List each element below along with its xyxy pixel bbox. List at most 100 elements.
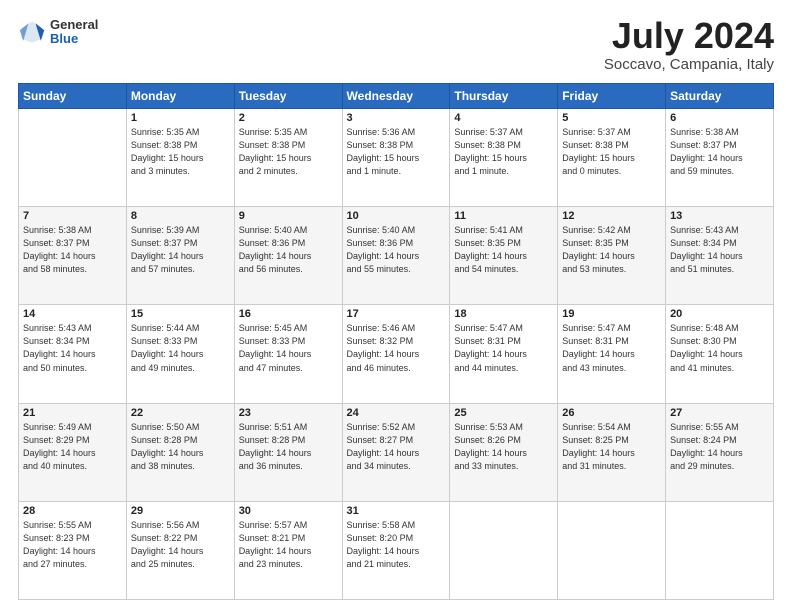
- logo-icon: [18, 18, 46, 46]
- col-wednesday: Wednesday: [342, 84, 450, 109]
- day-number: 7: [23, 210, 122, 222]
- calendar-cell-w2-d6: 12 Sunrise: 5:42 AM Sunset: 8:35 PM Dayli…: [558, 207, 666, 305]
- header: General Blue July 2024 Soccavo, Campania…: [18, 18, 774, 73]
- day-info: Sunrise: 5:55 AM Sunset: 8:24 PM Dayligh…: [670, 421, 769, 473]
- calendar-cell-w5-d4: 31 Sunrise: 5:58 AM Sunset: 8:20 PM Dayli…: [342, 501, 450, 599]
- day-info: Sunrise: 5:40 AM Sunset: 8:36 PM Dayligh…: [239, 224, 338, 276]
- calendar-cell-w1-d6: 5Sunrise: 5:37 AM Sunset: 8:38 PM Daylig…: [558, 109, 666, 207]
- calendar-cell-w3-d7: 20Sunrise: 5:48 AM Sunset: 8:30 PM Dayli…: [666, 305, 774, 403]
- day-number: 11: [454, 210, 553, 222]
- calendar-cell-w1-d3: 2 Sunrise: 5:35 AM Sunset: 8:38 PM Daylig…: [234, 109, 342, 207]
- day-number: 8: [131, 210, 230, 222]
- col-friday: Friday: [558, 84, 666, 109]
- calendar-cell-w5-d3: 30 Sunrise: 5:57 AM Sunset: 8:21 PM Dayli…: [234, 501, 342, 599]
- day-info: Sunrise: 5:50 AM Sunset: 8:28 PM Dayligh…: [131, 421, 230, 473]
- day-info: Sunrise: 5:35 AM Sunset: 8:38 PM Dayligh…: [131, 126, 230, 178]
- day-number: 27: [670, 407, 769, 419]
- day-info: Sunrise: 5:42 AM Sunset: 8:35 PM Dayligh…: [562, 224, 661, 276]
- calendar-cell-w1-d5: 4Sunrise: 5:37 AM Sunset: 8:38 PM Daylig…: [450, 109, 558, 207]
- logo-general-text: General: [50, 18, 98, 32]
- day-number: 4: [454, 112, 553, 124]
- day-info: Sunrise: 5:37 AM Sunset: 8:38 PM Dayligh…: [562, 126, 661, 178]
- day-info: Sunrise: 5:40 AM Sunset: 8:36 PM Dayligh…: [347, 224, 446, 276]
- day-number: 31: [347, 505, 446, 517]
- day-number: 21: [23, 407, 122, 419]
- calendar-cell-w5-d5: [450, 501, 558, 599]
- day-number: 13: [670, 210, 769, 222]
- day-info: Sunrise: 5:55 AM Sunset: 8:23 PM Dayligh…: [23, 519, 122, 571]
- day-info: Sunrise: 5:54 AM Sunset: 8:25 PM Dayligh…: [562, 421, 661, 473]
- day-info: Sunrise: 5:47 AM Sunset: 8:31 PM Dayligh…: [454, 322, 553, 374]
- logo: General Blue: [18, 18, 98, 47]
- calendar-cell-w3-d1: 14 Sunrise: 5:43 AM Sunset: 8:34 PM Dayli…: [19, 305, 127, 403]
- col-sunday: Sunday: [19, 84, 127, 109]
- day-number: 17: [347, 308, 446, 320]
- day-info: Sunrise: 5:43 AM Sunset: 8:34 PM Dayligh…: [23, 322, 122, 374]
- day-number: 24: [347, 407, 446, 419]
- day-info: Sunrise: 5:43 AM Sunset: 8:34 PM Dayligh…: [670, 224, 769, 276]
- day-number: 14: [23, 308, 122, 320]
- day-number: 23: [239, 407, 338, 419]
- day-number: 22: [131, 407, 230, 419]
- location: Soccavo, Campania, Italy: [604, 56, 774, 73]
- day-number: 19: [562, 308, 661, 320]
- day-info: Sunrise: 5:56 AM Sunset: 8:22 PM Dayligh…: [131, 519, 230, 571]
- day-number: 18: [454, 308, 553, 320]
- calendar-week-5: 28Sunrise: 5:55 AM Sunset: 8:23 PM Dayli…: [19, 501, 774, 599]
- calendar-cell-w4-d2: 22 Sunrise: 5:50 AM Sunset: 8:28 PM Dayli…: [126, 403, 234, 501]
- day-number: 26: [562, 407, 661, 419]
- day-number: 3: [347, 112, 446, 124]
- day-number: 12: [562, 210, 661, 222]
- logo-text: General Blue: [50, 18, 98, 47]
- day-number: 15: [131, 308, 230, 320]
- day-info: Sunrise: 5:58 AM Sunset: 8:20 PM Dayligh…: [347, 519, 446, 571]
- day-info: Sunrise: 5:49 AM Sunset: 8:29 PM Dayligh…: [23, 421, 122, 473]
- day-info: Sunrise: 5:38 AM Sunset: 8:37 PM Dayligh…: [670, 126, 769, 178]
- calendar-cell-w5-d7: [666, 501, 774, 599]
- col-monday: Monday: [126, 84, 234, 109]
- calendar-cell-w1-d2: 1 Sunrise: 5:35 AM Sunset: 8:38 PM Daylig…: [126, 109, 234, 207]
- day-info: Sunrise: 5:46 AM Sunset: 8:32 PM Dayligh…: [347, 322, 446, 374]
- calendar-cell-w2-d3: 9 Sunrise: 5:40 AM Sunset: 8:36 PM Daylig…: [234, 207, 342, 305]
- logo-blue-text: Blue: [50, 32, 98, 46]
- calendar-cell-w3-d6: 19 Sunrise: 5:47 AM Sunset: 8:31 PM Dayli…: [558, 305, 666, 403]
- day-number: 6: [670, 112, 769, 124]
- day-number: 1: [131, 112, 230, 124]
- calendar-cell-w2-d2: 8 Sunrise: 5:39 AM Sunset: 8:37 PM Daylig…: [126, 207, 234, 305]
- calendar-cell-w3-d3: 16Sunrise: 5:45 AM Sunset: 8:33 PM Dayli…: [234, 305, 342, 403]
- day-info: Sunrise: 5:44 AM Sunset: 8:33 PM Dayligh…: [131, 322, 230, 374]
- day-info: Sunrise: 5:48 AM Sunset: 8:30 PM Dayligh…: [670, 322, 769, 374]
- calendar-table: Sunday Monday Tuesday Wednesday Thursday…: [18, 83, 774, 600]
- calendar-cell-w3-d5: 18 Sunrise: 5:47 AM Sunset: 8:31 PM Dayli…: [450, 305, 558, 403]
- day-info: Sunrise: 5:52 AM Sunset: 8:27 PM Dayligh…: [347, 421, 446, 473]
- day-number: 29: [131, 505, 230, 517]
- calendar-week-1: 1 Sunrise: 5:35 AM Sunset: 8:38 PM Daylig…: [19, 109, 774, 207]
- day-info: Sunrise: 5:41 AM Sunset: 8:35 PM Dayligh…: [454, 224, 553, 276]
- calendar-header-row: Sunday Monday Tuesday Wednesday Thursday…: [19, 84, 774, 109]
- calendar-cell-w4-d6: 26 Sunrise: 5:54 AM Sunset: 8:25 PM Dayli…: [558, 403, 666, 501]
- day-number: 9: [239, 210, 338, 222]
- day-info: Sunrise: 5:35 AM Sunset: 8:38 PM Dayligh…: [239, 126, 338, 178]
- day-number: 2: [239, 112, 338, 124]
- day-info: Sunrise: 5:39 AM Sunset: 8:37 PM Dayligh…: [131, 224, 230, 276]
- calendar-cell-w4-d3: 23Sunrise: 5:51 AM Sunset: 8:28 PM Dayli…: [234, 403, 342, 501]
- col-thursday: Thursday: [450, 84, 558, 109]
- calendar-cell-w4-d7: 27 Sunrise: 5:55 AM Sunset: 8:24 PM Dayli…: [666, 403, 774, 501]
- day-number: 25: [454, 407, 553, 419]
- day-info: Sunrise: 5:53 AM Sunset: 8:26 PM Dayligh…: [454, 421, 553, 473]
- calendar-cell-w4-d4: 24 Sunrise: 5:52 AM Sunset: 8:27 PM Dayli…: [342, 403, 450, 501]
- calendar-cell-w2-d4: 10Sunrise: 5:40 AM Sunset: 8:36 PM Dayli…: [342, 207, 450, 305]
- day-info: Sunrise: 5:57 AM Sunset: 8:21 PM Dayligh…: [239, 519, 338, 571]
- day-info: Sunrise: 5:38 AM Sunset: 8:37 PM Dayligh…: [23, 224, 122, 276]
- day-info: Sunrise: 5:47 AM Sunset: 8:31 PM Dayligh…: [562, 322, 661, 374]
- title-block: July 2024 Soccavo, Campania, Italy: [604, 18, 774, 73]
- calendar-cell-w5-d1: 28Sunrise: 5:55 AM Sunset: 8:23 PM Dayli…: [19, 501, 127, 599]
- col-tuesday: Tuesday: [234, 84, 342, 109]
- calendar-cell-w1-d7: 6 Sunrise: 5:38 AM Sunset: 8:37 PM Daylig…: [666, 109, 774, 207]
- calendar-week-4: 21 Sunrise: 5:49 AM Sunset: 8:29 PM Dayli…: [19, 403, 774, 501]
- calendar-cell-w3-d2: 15 Sunrise: 5:44 AM Sunset: 8:33 PM Dayli…: [126, 305, 234, 403]
- calendar-week-2: 7 Sunrise: 5:38 AM Sunset: 8:37 PM Daylig…: [19, 207, 774, 305]
- day-info: Sunrise: 5:36 AM Sunset: 8:38 PM Dayligh…: [347, 126, 446, 178]
- calendar-cell-w2-d1: 7 Sunrise: 5:38 AM Sunset: 8:37 PM Daylig…: [19, 207, 127, 305]
- day-number: 30: [239, 505, 338, 517]
